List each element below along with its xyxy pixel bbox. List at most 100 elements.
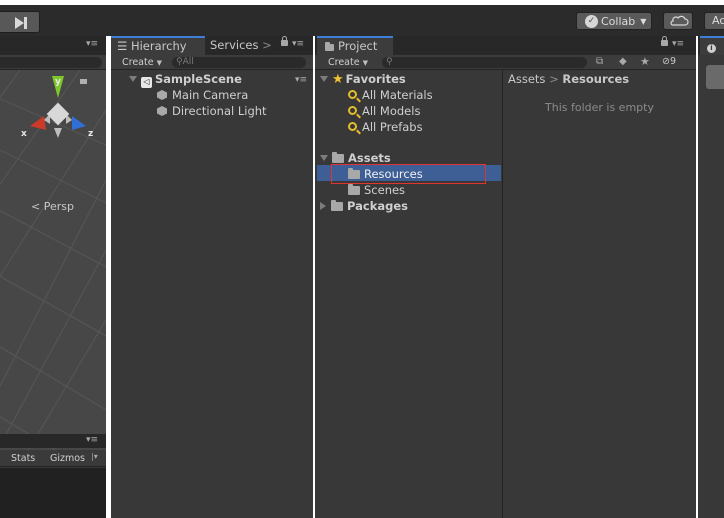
gizmos-dropdown-icon[interactable]: |▾ (91, 452, 98, 461)
expand-triangle-icon (129, 76, 137, 82)
highlight-box (331, 164, 486, 184)
scene-search-input[interactable] (0, 57, 102, 68)
create-dropdown[interactable]: Create ▼ (328, 57, 368, 68)
favorites-item[interactable]: All Prefabs (348, 119, 423, 135)
persp-chevron-icon: < (31, 200, 41, 213)
account-dropdown[interactable]: Ac (704, 12, 724, 30)
panel-controls[interactable]: ▾≡ (281, 36, 304, 49)
star-icon: ★ (332, 72, 344, 87)
scene-name: SampleScene (155, 72, 242, 86)
hierarchy-item-label: Main Camera (172, 88, 249, 102)
scene-toolbar (0, 55, 106, 70)
hierarchy-tabbar: ☰ Hierarchy Services > ▾≡ (111, 36, 313, 55)
tab-hierarchy[interactable]: ☰ Hierarchy (111, 36, 205, 55)
tab-services-label: Services (210, 38, 259, 52)
panel-menu-icon[interactable]: ▾≡ (86, 435, 98, 445)
persp-label: Persp (43, 200, 74, 213)
collab-label: Collab (601, 14, 636, 28)
check-icon: ✓ (585, 14, 598, 28)
lock-icon (281, 36, 288, 46)
step-button[interactable] (0, 11, 40, 33)
scene-tabbar: ▾≡ (0, 36, 106, 55)
info-icon: i (707, 43, 716, 53)
favorite-star-icon[interactable]: ★ (640, 55, 650, 68)
folder-item-label: Scenes (364, 183, 406, 197)
chevron-right-icon: > (262, 38, 272, 52)
favorites-header[interactable]: ★ Favorites (320, 71, 406, 87)
tab-inspector[interactable]: i (700, 36, 724, 55)
search-icon: ⚲ (386, 57, 393, 67)
panel-menu-icon[interactable]: ▾≡ (86, 39, 98, 49)
create-dropdown[interactable]: Create ▼ (122, 57, 162, 68)
search-placeholder: All (182, 57, 194, 67)
cloud-button[interactable] (663, 12, 693, 30)
create-label: Create (328, 57, 360, 68)
gizmos-button[interactable]: Gizmos (50, 453, 85, 464)
game-tabbar: ▾≡ (0, 434, 106, 448)
project-toolbar: Create ▼ ⚲ ⧉ ◆ ★ ⊘9 (315, 55, 696, 70)
gameobject-icon (157, 106, 167, 116)
packages-label: Packages (347, 199, 408, 213)
tab-project[interactable]: Project (317, 36, 393, 55)
expand-triangle-icon (320, 155, 328, 161)
gizmo-y-label: y (55, 77, 61, 87)
cloud-icon (670, 15, 689, 26)
unity-scene-icon: ◁ (141, 76, 152, 88)
tab-services[interactable]: Services > (210, 36, 272, 55)
hidden-count: 9 (669, 56, 677, 67)
folder-icon (325, 42, 334, 51)
favorites-item-label: All Materials (362, 88, 433, 102)
step-icon (15, 17, 27, 29)
hidden-packages-toggle[interactable]: ⊘9 (662, 56, 676, 67)
assets-label: Assets (348, 151, 391, 165)
game-toolbar: Stats Gizmos |▾ (0, 450, 106, 467)
scene-root[interactable]: ◁ SampleScene (129, 71, 242, 88)
tab-hierarchy-label: Hierarchy (130, 39, 187, 53)
filter-by-type-icon[interactable]: ⧉ (596, 56, 603, 67)
scene-panel: ▾≡ y x z < Persp ▾≡ Stats Gizmos |▾ (0, 36, 106, 518)
stats-button[interactable]: Stats (11, 453, 35, 464)
collapse-triangle-icon (320, 202, 326, 210)
inspector-panel: i (698, 36, 724, 518)
filter-by-label-icon[interactable]: ◆ (619, 56, 627, 67)
hierarchy-item[interactable]: Main Camera (157, 87, 248, 103)
hierarchy-panel: ☰ Hierarchy Services > ▾≡ Create ▼ ⚲All ◁… (111, 36, 313, 518)
breadcrumb-current[interactable]: Resources (562, 72, 629, 86)
favorites-item[interactable]: All Models (348, 103, 420, 119)
tab-project-label: Project (338, 39, 378, 53)
folder-icon (331, 200, 343, 211)
search-icon (348, 106, 357, 115)
packages-header[interactable]: Packages (320, 198, 408, 214)
caret-down-icon: ▼ (156, 59, 162, 67)
lock-icon (661, 36, 668, 46)
project-search-input[interactable]: ⚲ (382, 57, 587, 68)
create-label: Create (122, 57, 154, 68)
scene-view[interactable]: y x z < Persp (0, 70, 106, 464)
game-view[interactable] (0, 468, 106, 518)
breadcrumb-root[interactable]: Assets (508, 72, 545, 86)
gameobject-icon (157, 90, 167, 100)
scene-menu-icon[interactable]: ▾≡ (295, 75, 307, 85)
panel-controls[interactable]: ▾≡ (661, 36, 684, 49)
favorites-label: Favorites (345, 72, 406, 86)
expand-triangle-icon (320, 76, 328, 82)
folder-icon (348, 184, 360, 195)
project-tabbar: Project ▾≡ (315, 36, 696, 55)
list-icon: ☰ (117, 39, 128, 53)
collab-dropdown[interactable]: ✓ Collab ▼ (576, 12, 652, 30)
hierarchy-search-input[interactable]: ⚲All (172, 57, 306, 68)
search-icon (348, 90, 357, 99)
gizmo-x-label: x (21, 129, 27, 139)
pane-divider[interactable] (502, 70, 503, 518)
hierarchy-toolbar: Create ▼ ⚲All (111, 55, 313, 70)
search-icon: ⚲ (176, 57, 183, 67)
folder-icon (332, 152, 344, 163)
projection-toggle[interactable]: < Persp (31, 200, 74, 213)
favorites-item[interactable]: All Materials (348, 87, 433, 103)
hierarchy-item[interactable]: Directional Light (157, 103, 267, 119)
eye-slash-icon: ⊘ (662, 56, 670, 67)
favorites-item-label: All Prefabs (362, 120, 423, 134)
search-icon (348, 122, 357, 131)
caret-down-icon: ▼ (640, 16, 647, 26)
folder-item-scenes[interactable]: Scenes (348, 182, 405, 198)
